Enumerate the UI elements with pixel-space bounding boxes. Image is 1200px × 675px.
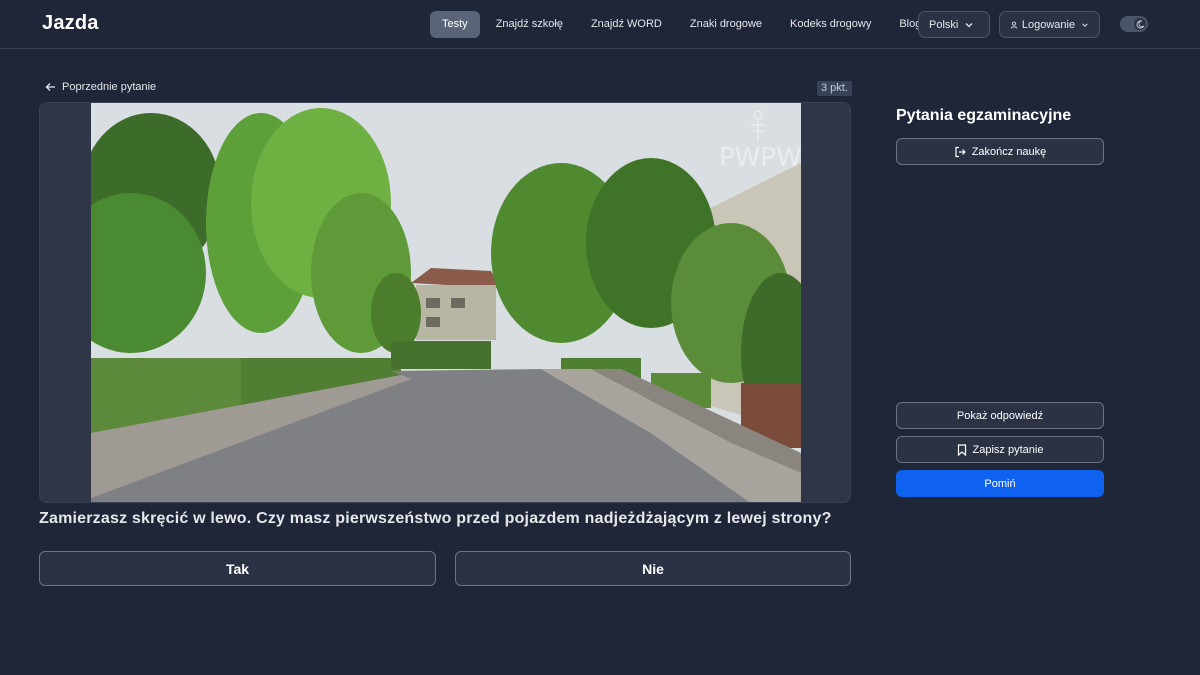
question-media-frame: PWPW bbox=[39, 102, 851, 503]
bookmark-icon bbox=[957, 443, 966, 456]
user-icon bbox=[1010, 21, 1018, 29]
chevron-down-icon bbox=[965, 22, 973, 27]
login-menu[interactable]: Logowanie bbox=[999, 11, 1100, 38]
chevron-down-icon bbox=[1082, 22, 1088, 27]
nav-item-road-signs[interactable]: Znaki drogowe bbox=[678, 11, 774, 38]
save-question-button[interactable]: Zapisz pytanie bbox=[896, 436, 1104, 463]
language-label: Polski bbox=[929, 18, 959, 31]
arrow-left-icon bbox=[45, 83, 55, 91]
moon-icon bbox=[1134, 18, 1146, 30]
finish-learning-label: Zakończ naukę bbox=[971, 145, 1047, 158]
login-label: Logowanie bbox=[1021, 18, 1076, 31]
site-logo[interactable]: Jazda bbox=[42, 12, 99, 35]
logout-icon bbox=[955, 146, 966, 157]
show-answer-label: Pokaż odpowiedź bbox=[956, 409, 1044, 422]
save-question-label: Zapisz pytanie bbox=[972, 443, 1044, 456]
top-navigation-bar: Jazda Testy Znajdź szkołę Znajdź WORD Zn… bbox=[0, 0, 1200, 49]
finish-learning-button[interactable]: Zakończ naukę bbox=[896, 138, 1104, 165]
points-badge: 3 pkt. bbox=[817, 81, 852, 96]
show-answer-button[interactable]: Pokaż odpowiedź bbox=[896, 402, 1104, 429]
main-nav: Testy Znajdź szkołę Znajdź WORD Znaki dr… bbox=[430, 11, 937, 38]
previous-question-label: Poprzednie pytanie bbox=[62, 81, 157, 93]
nav-item-highway-code[interactable]: Kodeks drogowy bbox=[778, 11, 883, 38]
question-scene-image: PWPW bbox=[91, 103, 801, 502]
sidebar-title: Pytania egzaminacyjne bbox=[896, 107, 1072, 124]
skip-button[interactable]: Pomiń bbox=[896, 470, 1104, 497]
language-select[interactable]: Polski bbox=[918, 11, 990, 38]
skip-label: Pomiń bbox=[984, 477, 1016, 490]
nav-item-find-word[interactable]: Znajdź WORD bbox=[579, 11, 674, 38]
nav-item-find-school[interactable]: Znajdź szkołę bbox=[484, 11, 575, 38]
nav-item-tests[interactable]: Testy bbox=[430, 11, 480, 38]
theme-toggle[interactable] bbox=[1120, 16, 1148, 32]
previous-question-link[interactable]: Poprzednie pytanie bbox=[45, 81, 156, 93]
question-text: Zamierzasz skręcić w lewo. Czy masz pier… bbox=[39, 510, 832, 527]
answer-no-button[interactable]: Nie bbox=[455, 551, 851, 586]
svg-text:PWPW: PWPW bbox=[719, 143, 801, 173]
answer-yes-button[interactable]: Tak bbox=[39, 551, 436, 586]
